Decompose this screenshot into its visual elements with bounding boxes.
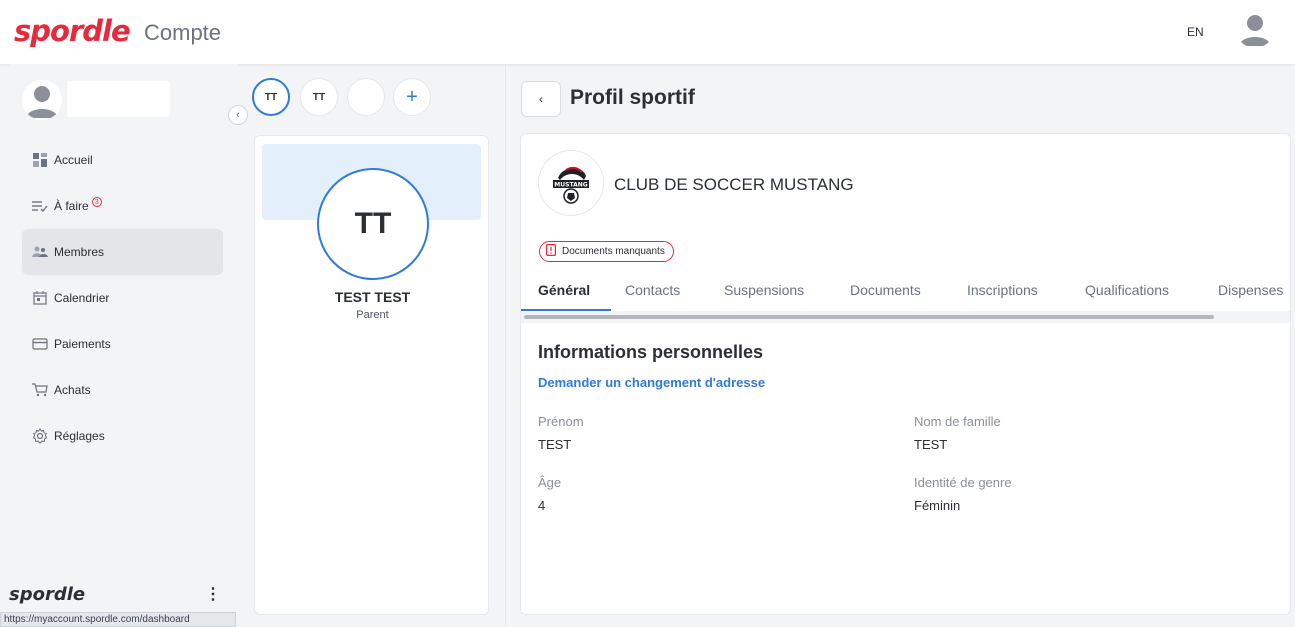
club-logo: MUSTANG <box>538 150 604 216</box>
member-chip[interactable]: TT <box>300 78 338 116</box>
sidebar-item-label: Paiements <box>54 337 111 351</box>
club-logo-text: MUSTANG <box>554 182 587 189</box>
sidebar-item-accueil[interactable]: Accueil <box>22 137 223 183</box>
change-address-link[interactable]: Demander un changement d'adresse <box>538 375 765 390</box>
member-avatar: TT <box>317 168 429 280</box>
sidebar-item-a-faire[interactable]: À faire 3 <box>22 183 223 229</box>
sidebar-user-name-box <box>67 81 170 117</box>
sidebar-item-achats[interactable]: Achats <box>22 367 223 413</box>
language-toggle[interactable]: EN <box>1187 25 1204 39</box>
gender-label: Identité de genre <box>914 475 1012 490</box>
add-member-button[interactable]: + <box>393 78 431 116</box>
sidebar-item-reglages[interactable]: Réglages <box>22 413 223 459</box>
sidebar-item-label: Réglages <box>54 429 105 443</box>
sidebar-item-label: Accueil <box>54 153 93 167</box>
club-name: CLUB DE SOCCER MUSTANG <box>614 175 854 194</box>
tab-inscriptions[interactable]: Inscriptions <box>967 282 1038 298</box>
credit-card-icon <box>32 336 48 352</box>
sidebar-collapse-button[interactable]: ‹ <box>228 105 248 125</box>
sidebar-nav: Accueil À faire 3 Membres Calendrier Pai… <box>22 137 223 459</box>
sidebar-avatar-icon[interactable] <box>22 80 62 120</box>
document-alert-icon <box>546 244 557 259</box>
sidebar-item-paiements[interactable]: Paiements <box>22 321 223 367</box>
sidebar: ‹ Accueil À faire 3 Membres Calendrier P… <box>9 64 248 627</box>
top-header: spordle Compte EN <box>0 0 1295 64</box>
cart-icon <box>32 382 48 398</box>
missing-documents-label: Documents manquants <box>562 246 665 257</box>
tab-contacts[interactable]: Contacts <box>625 282 680 298</box>
user-avatar-icon[interactable] <box>1236 10 1274 48</box>
member-role: Parent <box>356 309 389 321</box>
tab-dispenses[interactable]: Dispenses <box>1218 282 1283 298</box>
sidebar-item-label: Calendrier <box>54 291 110 305</box>
first-name-label: Prénom <box>538 414 584 429</box>
sidebar-item-label: Achats <box>54 383 91 397</box>
members-icon <box>32 244 48 260</box>
gear-icon <box>32 428 48 444</box>
dashboard-icon <box>32 152 48 168</box>
tabs-scrollbar[interactable] <box>524 315 1214 319</box>
member-name: TEST TEST <box>334 289 411 305</box>
age-value: 4 <box>538 498 546 513</box>
page-title: Profil sportif <box>570 86 695 109</box>
sidebar-item-membres[interactable]: Membres <box>22 229 223 275</box>
first-name-value: TEST <box>538 437 572 452</box>
tab-suspensions[interactable]: Suspensions <box>724 282 804 298</box>
more-options-icon[interactable]: ⋮ <box>205 584 221 604</box>
last-name-value: TEST <box>914 437 948 452</box>
calendar-icon <box>32 290 48 306</box>
last-name-label: Nom de famille <box>914 414 1001 429</box>
browser-status-url: https://myaccount.spordle.com/dashboard <box>0 612 236 627</box>
back-button[interactable]: ‹ <box>521 81 561 117</box>
missing-documents-badge[interactable]: Documents manquants <box>539 241 674 262</box>
spordle-logo[interactable]: spordle <box>14 14 131 48</box>
selected-member-card[interactable]: TT TEST TEST Parent <box>254 135 489 615</box>
sidebar-footer-logo: spordle <box>9 584 86 605</box>
sidebar-item-label: À faire <box>54 199 89 213</box>
gender-value: Féminin <box>914 498 961 513</box>
tab-documents[interactable]: Documents <box>850 282 921 298</box>
member-chip[interactable] <box>347 78 385 116</box>
tab-qualifications[interactable]: Qualifications <box>1085 282 1169 298</box>
profile-tabs: Général Contacts Suspensions Documents I… <box>521 274 1290 314</box>
column-divider <box>505 64 506 627</box>
checklist-icon <box>32 198 48 214</box>
member-chip[interactable]: TT <box>252 78 290 116</box>
sidebar-item-calendrier[interactable]: Calendrier <box>22 275 223 321</box>
tab-general[interactable]: Général <box>538 282 590 298</box>
sport-profile-card: MUSTANG CLUB DE SOCCER MUSTANG Documents… <box>520 133 1291 615</box>
age-label: Âge <box>538 475 562 490</box>
app-title: Compte <box>144 20 222 45</box>
todo-count-badge: 3 <box>91 197 102 207</box>
sidebar-item-label: Membres <box>54 245 105 259</box>
section-title: Informations personnelles <box>538 342 764 362</box>
